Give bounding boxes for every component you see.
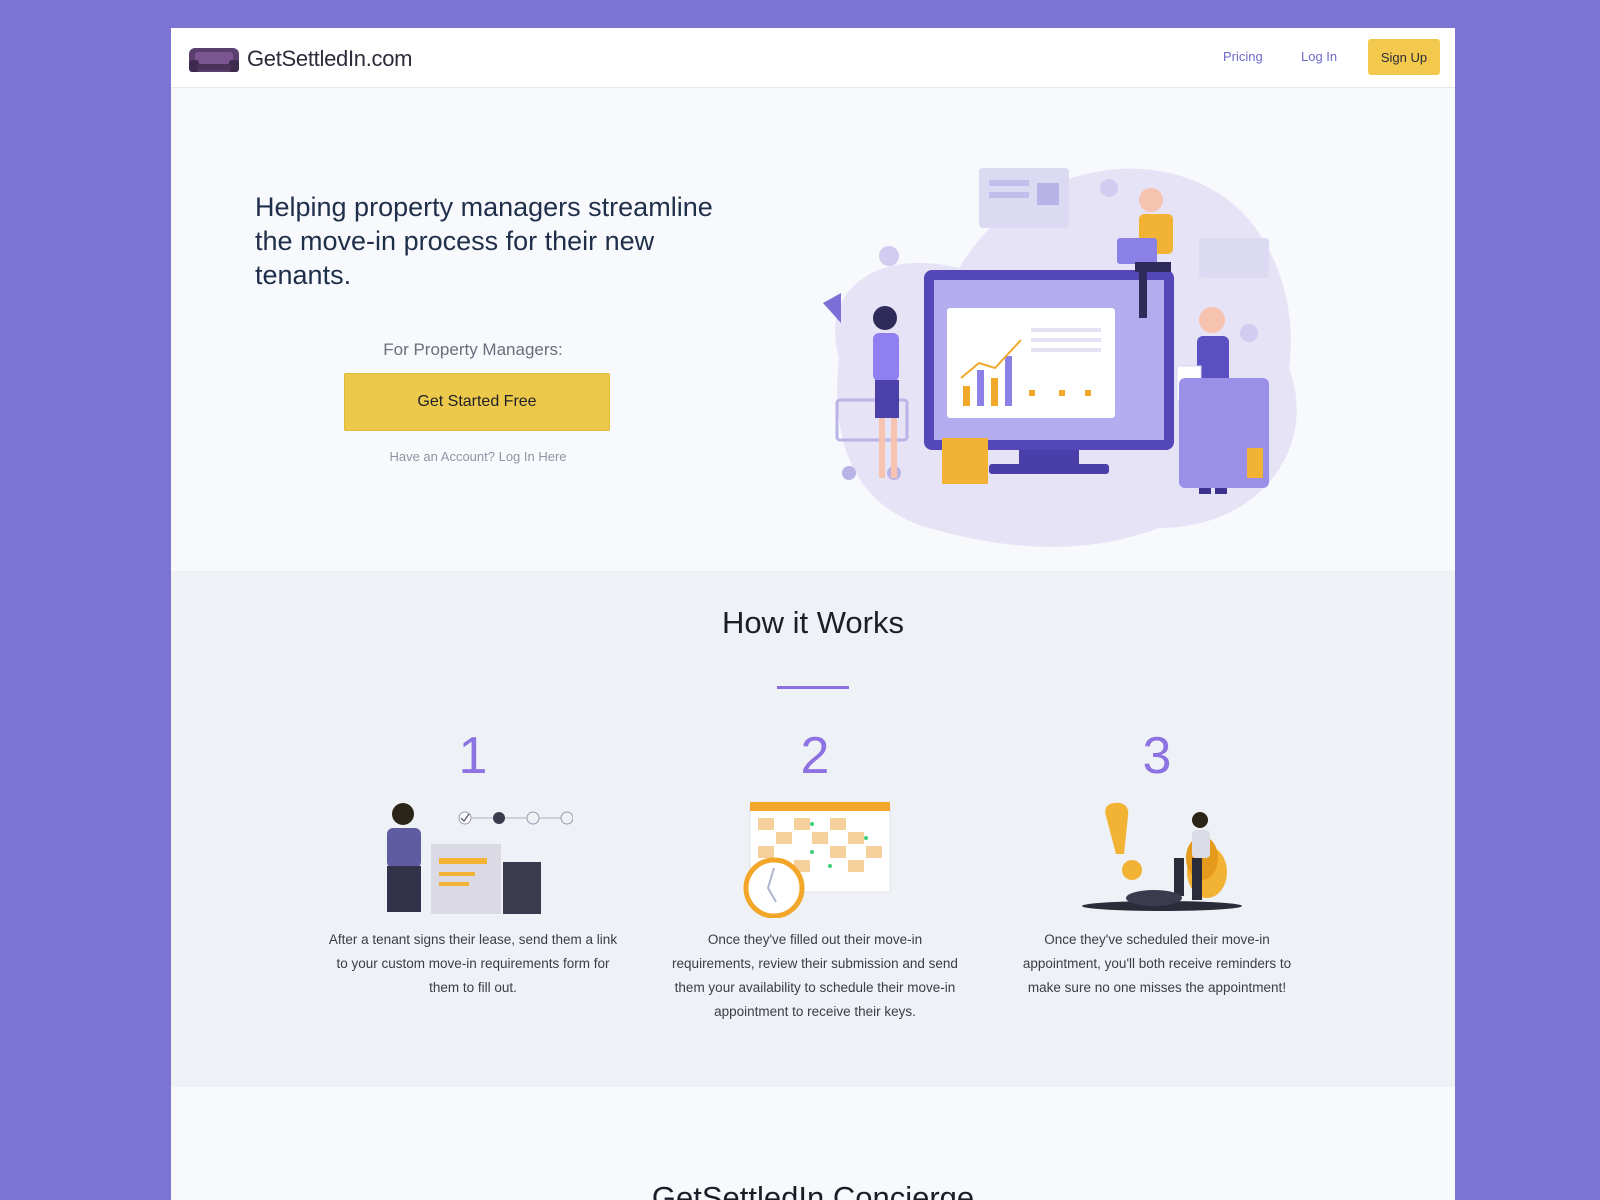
for-property-managers-label: For Property Managers: (383, 340, 563, 359)
logo[interactable]: GetSettledIn.com (187, 42, 412, 76)
nav-login-link[interactable]: Log In (1301, 49, 1337, 64)
step-3: 3 Once they've scheduled their move-in a… (1007, 726, 1307, 1000)
step-description: Once they've filled out their move-in re… (672, 932, 958, 1019)
hero-illustration (823, 168, 1297, 547)
nav-pricing-link[interactable]: Pricing (1223, 49, 1263, 64)
page: GetSettledIn.com Pricing Log In Sign Up … (171, 28, 1455, 1200)
get-started-button[interactable]: Get Started Free (344, 373, 610, 431)
logo-text: GetSettledIn.com (247, 46, 413, 71)
login-here-link[interactable]: Have an Account? Log In Here (343, 449, 613, 464)
calendar-clock-illustration (743, 801, 891, 918)
step-1: 1 After a tenant signs their lease, send… (323, 726, 623, 1000)
step-number: 3 (1142, 727, 1172, 785)
step-number: 2 (800, 727, 830, 785)
step-number: 1 (458, 727, 488, 785)
top-navbar: GetSettledIn.com Pricing Log In Sign Up (171, 28, 1455, 88)
form-illustration (387, 803, 573, 914)
how-it-works-title: How it Works (721, 605, 904, 640)
how-it-works-section: How it Works 1 After a tenant signs thei… (171, 571, 1455, 1087)
step-description: Once they've scheduled their move-in app… (1022, 932, 1292, 995)
couch-logo-icon (189, 48, 239, 72)
reminder-illustration (1082, 802, 1242, 911)
signup-button[interactable]: Sign Up (1368, 39, 1440, 75)
hero-title: Helping property managers streamline the… (255, 192, 713, 290)
step-2: 2 Once they've filled out their move-in … (665, 726, 965, 1024)
title-underline (777, 686, 849, 689)
step-description: After a tenant signs their lease, send t… (328, 932, 618, 995)
concierge-section-title: GetSettledIn Concierge (651, 1180, 975, 1200)
